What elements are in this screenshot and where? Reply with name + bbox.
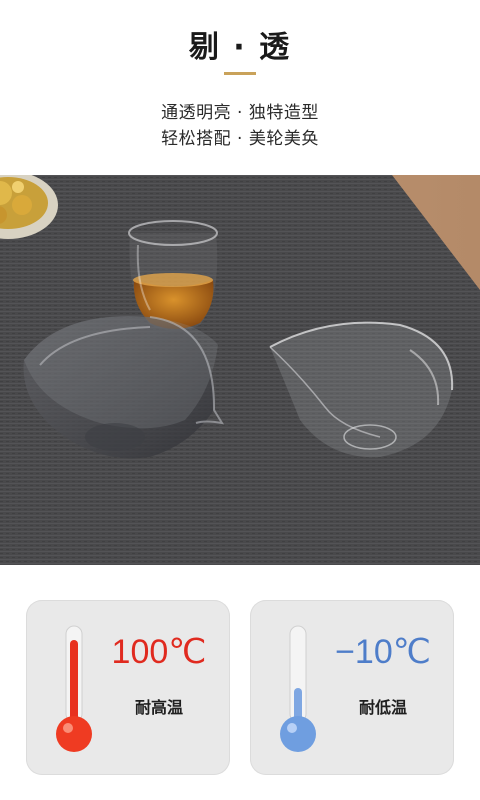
low-temp-value: −10℃ [335,633,431,671]
low-temp-label: 耐低温 [358,698,407,717]
high-temp-value: 100℃ [111,633,207,671]
page-title: 剔 · 透 [188,30,292,65]
low-temp-badge: −10℃ 耐低温 [250,600,454,775]
title-divider [224,72,256,75]
subtitle-line-2: 轻松搭配 · 美轮美奂 [161,129,319,149]
subtitle-line-1: 通透明亮 · 独特造型 [161,103,319,123]
high-temp-label: 耐高温 [134,698,183,717]
temperature-badges: 100℃ 耐高温 −10℃ 耐低温 [0,565,480,800]
header: 剔 · 透 通透明亮 · 独特造型 轻松搭配 · 美轮美奂 [0,0,480,175]
product-photo [0,175,480,565]
high-temp-badge: 100℃ 耐高温 [26,600,230,775]
